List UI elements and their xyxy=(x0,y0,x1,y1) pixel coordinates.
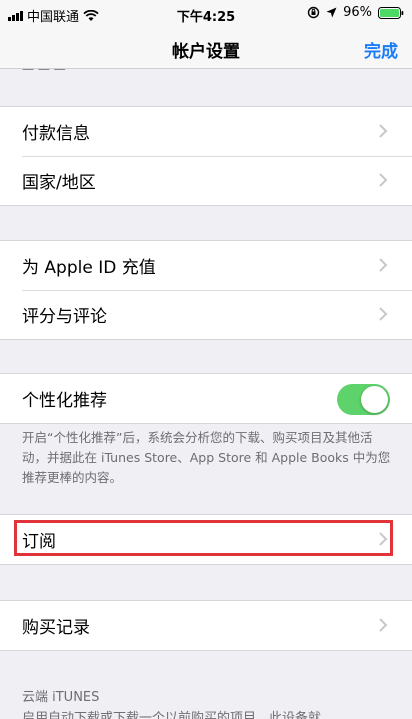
chevron-right-icon xyxy=(379,617,388,632)
purchase-history-group: 购买记录 xyxy=(0,600,412,651)
location-icon xyxy=(326,7,337,18)
status-bar: 中国联通 下午4:25 96% xyxy=(0,0,412,28)
subscriptions-group: 订阅 xyxy=(0,514,412,565)
payment-region-group: 付款信息 国家/地区 xyxy=(0,106,412,206)
subscriptions-row[interactable]: 订阅 xyxy=(0,515,412,564)
rotation-lock-icon xyxy=(307,6,320,19)
country-region-label: 国家/地区 xyxy=(22,173,96,193)
purchase-history-row[interactable]: 购买记录 xyxy=(0,601,412,650)
toggle-knob xyxy=(361,385,388,413)
payment-info-row[interactable]: 付款信息 xyxy=(0,107,412,156)
personalized-recommendations-row: 个性化推荐 xyxy=(0,374,412,423)
country-region-row[interactable]: 国家/地区 xyxy=(0,156,412,205)
purchase-history-label: 购买记录 xyxy=(22,618,90,638)
chevron-right-icon xyxy=(379,257,388,272)
status-right: 96% xyxy=(307,5,404,20)
scrolled-content-remnant: 一 一 一 xyxy=(22,69,66,77)
chevron-right-icon xyxy=(379,123,388,138)
battery-percent: 96% xyxy=(343,5,372,20)
topup-ratings-group: 为 Apple ID 充值 评分与评论 xyxy=(0,240,412,340)
personalized-recommendations-toggle[interactable] xyxy=(337,383,390,415)
done-button[interactable]: 完成 xyxy=(364,37,398,62)
ratings-reviews-label: 评分与评论 xyxy=(22,307,107,327)
battery-icon xyxy=(378,6,404,19)
chevron-right-icon xyxy=(379,172,388,187)
chevron-right-icon xyxy=(379,306,388,321)
personalization-group: 个性化推荐 xyxy=(0,373,412,424)
page-title: 帐户设置 xyxy=(172,42,240,62)
apple-id-topup-label: 为 Apple ID 充值 xyxy=(22,258,156,278)
payment-info-label: 付款信息 xyxy=(22,124,90,144)
apple-id-topup-row[interactable]: 为 Apple ID 充值 xyxy=(0,241,412,290)
itunes-cloud-header: 云端 iTUNES xyxy=(22,690,100,705)
itunes-cloud-partial-text: 启用自动下载或下载一个以前购买的项目，此设备就 xyxy=(22,711,322,719)
nav-bar: 帐户设置 完成 xyxy=(0,28,412,69)
personalized-recommendations-label: 个性化推荐 xyxy=(22,391,107,411)
subscriptions-label: 订阅 xyxy=(22,532,56,552)
chevron-right-icon xyxy=(379,531,388,546)
personalization-footer-note: 开启“个性化推荐”后，系统会分析您的下载、购买项目及其他活动，并据此在 iTun… xyxy=(22,430,391,485)
ratings-reviews-row[interactable]: 评分与评论 xyxy=(0,290,412,339)
